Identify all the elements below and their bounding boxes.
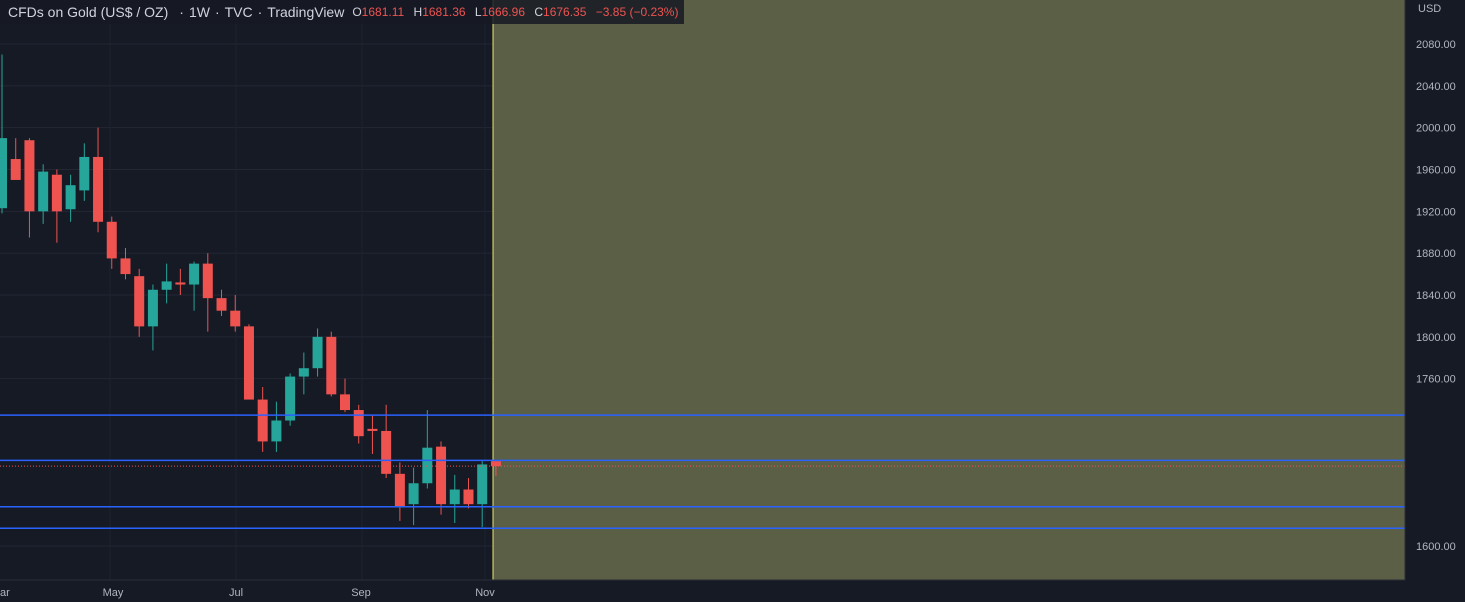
candle-body[interactable] (189, 263, 200, 285)
time-tick-label: Jul (229, 587, 243, 599)
candle-body[interactable] (134, 276, 145, 327)
legend-dot: · (214, 4, 220, 20)
candle-body[interactable] (51, 174, 62, 212)
candle-body[interactable] (340, 394, 350, 411)
candle-body[interactable] (38, 171, 49, 212)
price-chart[interactable]: 1725.101681.851637.581616.981676.35 USD … (0, 0, 1465, 602)
candle-body[interactable] (24, 140, 35, 212)
low-value: 1666.96 (481, 5, 525, 19)
candle-body[interactable] (285, 376, 296, 421)
candle-body[interactable] (477, 464, 488, 505)
candle-body[interactable] (230, 310, 241, 327)
open-label: O (352, 5, 362, 19)
symbol-legend[interactable]: CFDs on Gold (US$ / OZ) · 1W · TVC · Tra… (0, 0, 685, 24)
interval-label[interactable]: 1W (189, 4, 210, 20)
exchange-label: TVC (224, 4, 253, 20)
candle-body[interactable] (298, 368, 309, 377)
candle-body[interactable] (381, 430, 392, 474)
time-axis[interactable]: ar May Jul Sep Nov (0, 579, 1405, 599)
high-label: H (413, 5, 423, 19)
candle-body[interactable] (353, 410, 364, 437)
price-tick-label: 1880.00 (1416, 248, 1456, 260)
price-tick-label: 2080.00 (1416, 39, 1456, 51)
high-value: 1681.36 (422, 5, 466, 19)
price-tick-label: 1840.00 (1416, 290, 1456, 302)
candle-body[interactable] (367, 428, 378, 431)
candle-body[interactable] (106, 221, 117, 259)
open-value: 1681.11 (361, 5, 405, 19)
candle-body[interactable] (147, 289, 158, 327)
candle-body[interactable] (312, 336, 323, 369)
future-highlight-zone (493, 0, 1405, 580)
candle-body[interactable] (408, 483, 419, 505)
price-tick-label: 2000.00 (1416, 123, 1456, 135)
candle-body[interactable] (449, 489, 460, 505)
time-tick-label: Sep (351, 587, 371, 599)
price-tick-label: 2040.00 (1416, 81, 1456, 93)
change-value: −3.85 (−0.23%) (595, 5, 679, 19)
candle-body[interactable] (202, 263, 213, 299)
close-label: C (534, 5, 544, 19)
time-tick-label: May (103, 587, 124, 599)
source-label: TradingView (267, 4, 345, 20)
candle-body[interactable] (490, 461, 501, 467)
candle-body[interactable] (0, 138, 7, 209)
price-tick-label: 1760.00 (1416, 374, 1456, 386)
ohlc-values: O1681.11 H1681.36 L1666.96 C1676.35 −3.8… (352, 5, 678, 19)
legend-dot: · (179, 4, 184, 20)
candle-body[interactable] (436, 446, 447, 505)
candle-body[interactable] (394, 473, 405, 507)
candle-body[interactable] (271, 420, 282, 442)
low-label: L (474, 5, 482, 19)
price-tick-label: 1960.00 (1416, 165, 1456, 177)
candle-body[interactable] (79, 156, 90, 191)
candle-body[interactable] (326, 336, 337, 395)
candle-body[interactable] (257, 399, 268, 442)
candle-body[interactable] (216, 298, 227, 311)
candle-body[interactable] (65, 185, 76, 210)
time-tick-label: Nov (475, 587, 495, 599)
price-axis-unit: USD (1418, 3, 1441, 15)
symbol-name[interactable]: CFDs on Gold (US$ / OZ) (8, 4, 168, 20)
price-tick-label: 1800.00 (1416, 332, 1456, 344)
candle-body[interactable] (120, 258, 131, 275)
candle-body[interactable] (10, 159, 21, 180)
price-tick-label: 1600.00 (1416, 541, 1456, 553)
candle-body[interactable] (463, 489, 474, 505)
candle-body[interactable] (243, 326, 254, 400)
candle-body[interactable] (93, 156, 104, 222)
candle-body[interactable] (161, 281, 172, 290)
price-axis[interactable]: USD 2080.00 2040.00 2000.00 1960.00 1920.00 1… (1404, 0, 1465, 602)
price-tick-label: 1920.00 (1416, 206, 1456, 218)
legend-dot: · (257, 4, 263, 20)
time-tick-label: ar (0, 587, 10, 599)
candle-body[interactable] (422, 447, 433, 484)
close-value: 1676.35 (543, 5, 587, 19)
candle-body[interactable] (175, 282, 186, 285)
